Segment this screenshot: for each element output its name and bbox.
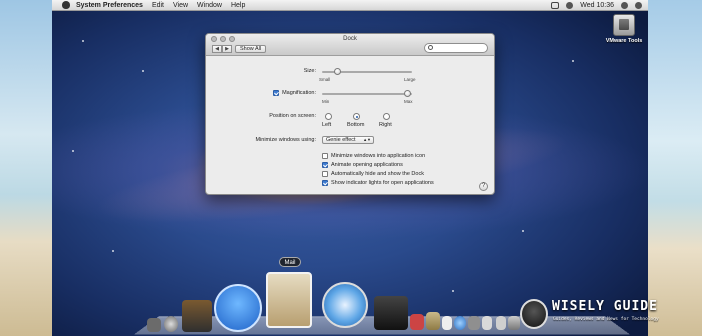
show-all-button[interactable]: Show All bbox=[235, 45, 267, 53]
dock-calendar-icon[interactable] bbox=[410, 314, 424, 330]
magnification-max-label: Max bbox=[404, 99, 413, 104]
user-icon[interactable] bbox=[621, 1, 628, 9]
desktop-icon-vmware-tools[interactable]: VMware Tools bbox=[604, 14, 644, 44]
desktop: System Preferences Edit View Window Help… bbox=[52, 0, 648, 336]
dock-preferences-window: Dock ◀ ▶ Show All Size: Small Large Magn… bbox=[205, 33, 495, 195]
size-slider-knob[interactable] bbox=[334, 68, 341, 75]
dock-tooltip: Mail bbox=[279, 257, 301, 267]
animate-opening-checkbox[interactable] bbox=[322, 162, 328, 168]
autohide-dock-checkbox[interactable] bbox=[322, 171, 328, 177]
size-min-label: Small bbox=[319, 77, 331, 82]
indicator-lights-label: Show indicator lights for open applicati… bbox=[331, 180, 434, 186]
dock-stack-icon[interactable] bbox=[496, 316, 506, 330]
position-left-radio[interactable] bbox=[325, 113, 332, 120]
desktop-icon-label: VMware Tools bbox=[605, 38, 643, 44]
window-title: Dock bbox=[343, 36, 357, 42]
animate-opening-label: Animate opening applications bbox=[331, 162, 403, 168]
dock-trash-icon[interactable] bbox=[508, 316, 520, 330]
magnification-min-label: Min bbox=[322, 99, 330, 104]
menu-clock[interactable]: Wed 10:36 bbox=[580, 2, 614, 9]
position-bottom-radio[interactable] bbox=[353, 113, 360, 120]
dock-notes-icon[interactable] bbox=[426, 312, 440, 330]
menu-app-name[interactable]: System Preferences bbox=[76, 2, 143, 9]
menu-view[interactable]: View bbox=[173, 2, 188, 9]
minimize-into-icon-label: Minimize windows into application icon bbox=[331, 153, 426, 159]
minimize-label: Minimize windows using: bbox=[255, 137, 316, 143]
preferences-body: Size: Small Large Magnification: Min Max… bbox=[206, 56, 494, 194]
back-button[interactable]: ◀ bbox=[212, 45, 222, 53]
autohide-dock-label: Automatically hide and show the Dock bbox=[331, 171, 424, 177]
search-input[interactable] bbox=[424, 43, 488, 53]
dock-mail-icon[interactable] bbox=[266, 272, 312, 328]
dock-itunes-icon[interactable] bbox=[454, 316, 466, 330]
watermark-brand: WISELY GUIDE bbox=[552, 299, 658, 314]
help-button[interactable]: ? bbox=[479, 182, 488, 191]
magnification-slider[interactable] bbox=[322, 93, 412, 95]
window-titlebar[interactable]: Dock ◀ ▶ Show All bbox=[206, 34, 494, 56]
minimize-into-icon-checkbox[interactable] bbox=[322, 153, 328, 159]
left-background-panel bbox=[0, 0, 52, 336]
dock-photo-booth-icon[interactable] bbox=[182, 300, 212, 332]
menu-edit[interactable]: Edit bbox=[152, 2, 164, 9]
forward-button[interactable]: ▶ bbox=[222, 45, 232, 53]
magnification-label: Magnification: bbox=[282, 90, 316, 96]
minimize-effect-select[interactable]: Genie effect ▲▼ bbox=[322, 136, 374, 144]
select-arrows-icon: ▲▼ bbox=[363, 137, 371, 142]
minimize-effect-value: Genie effect bbox=[326, 137, 356, 143]
dock-facetime-icon[interactable] bbox=[374, 296, 408, 330]
position-bottom-label: Bottom bbox=[347, 122, 365, 128]
watermark-tagline: Guides, Reviews and News for Technology bbox=[553, 317, 659, 322]
dock-safari-icon[interactable] bbox=[322, 282, 368, 328]
watermark-logo-icon bbox=[520, 299, 548, 329]
watermark: WISELY GUIDE Guides, Reviews and News fo… bbox=[520, 297, 690, 333]
dock-system-preferences-icon[interactable] bbox=[468, 316, 480, 330]
size-label: Size: bbox=[303, 68, 316, 74]
right-background-panel bbox=[648, 0, 702, 336]
dock-finder-icon[interactable] bbox=[147, 318, 161, 332]
dock-app-store-icon[interactable] bbox=[214, 284, 262, 332]
menu-window[interactable]: Window bbox=[197, 2, 222, 9]
position-label: Position on screen: bbox=[269, 113, 316, 119]
position-right-radio[interactable] bbox=[383, 113, 390, 120]
search-icon bbox=[428, 45, 433, 50]
magnification-slider-knob[interactable] bbox=[404, 90, 411, 97]
menu-help[interactable]: Help bbox=[231, 2, 245, 9]
apple-menu-icon[interactable] bbox=[62, 1, 70, 9]
dock-dashboard-icon[interactable] bbox=[164, 316, 178, 332]
battery-icon[interactable] bbox=[551, 1, 560, 9]
position-left-label: Left bbox=[322, 122, 332, 128]
menu-bar: System Preferences Edit View Window Help… bbox=[52, 0, 648, 11]
wifi-icon[interactable] bbox=[566, 1, 574, 9]
dock-preview-icon[interactable] bbox=[442, 316, 452, 330]
indicator-lights-checkbox[interactable] bbox=[322, 180, 328, 186]
size-max-label: Large bbox=[404, 77, 416, 82]
dock-document-icon[interactable] bbox=[482, 316, 492, 330]
spotlight-search-icon[interactable] bbox=[635, 1, 642, 9]
position-right-label: Right bbox=[379, 122, 392, 128]
disk-image-icon bbox=[613, 14, 635, 36]
